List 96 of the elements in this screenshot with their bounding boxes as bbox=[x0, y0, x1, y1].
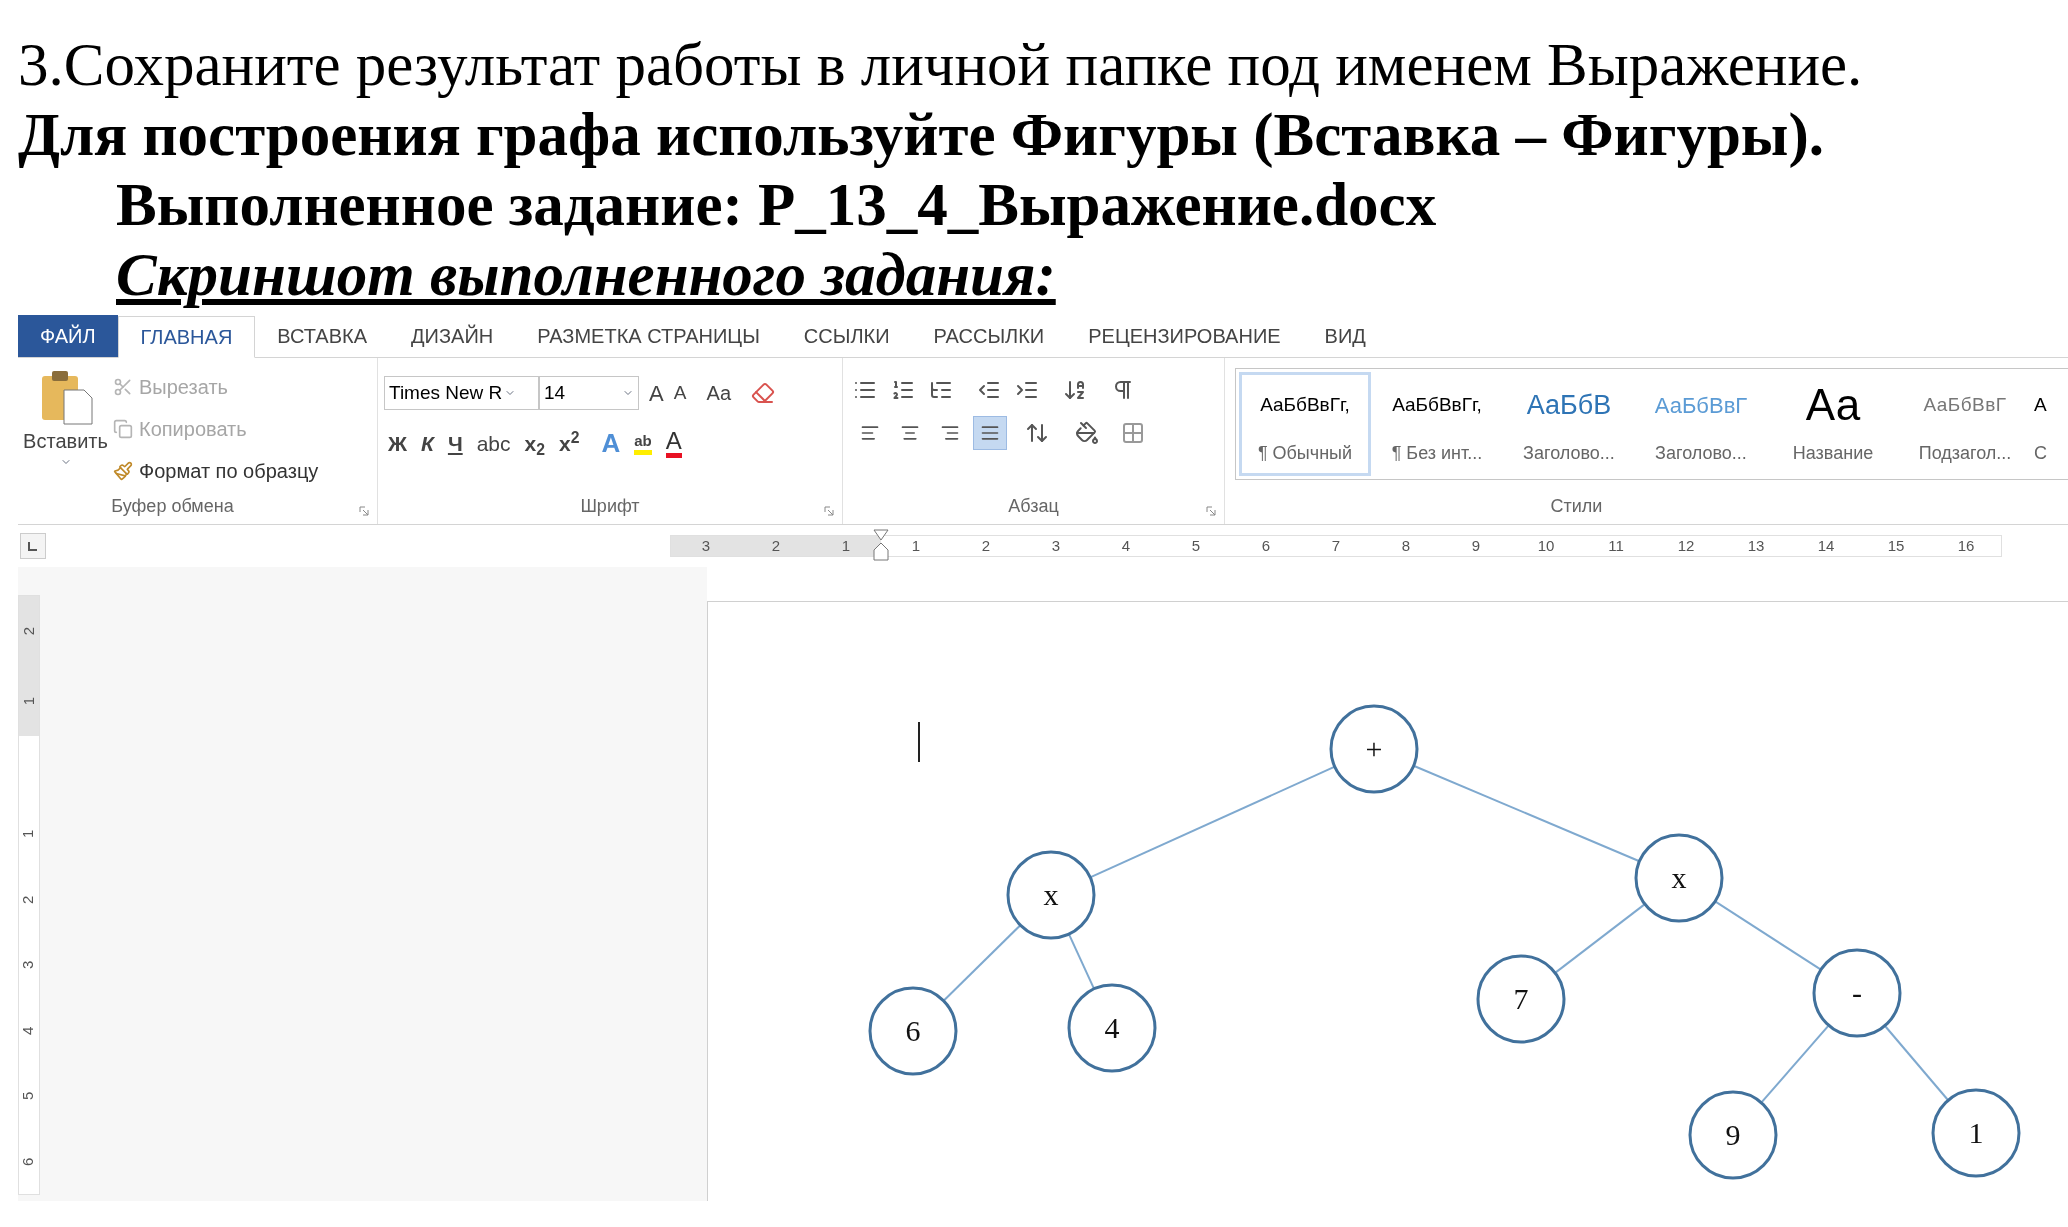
align-icon bbox=[860, 423, 880, 443]
tree-node: 6 bbox=[868, 986, 958, 1076]
group-label: Шрифт bbox=[580, 495, 640, 518]
ribbon-tab[interactable]: ДИЗАЙН bbox=[389, 315, 516, 357]
ruler-number: 4 bbox=[1120, 535, 1132, 556]
file-tab[interactable]: ФАЙЛ bbox=[18, 315, 118, 357]
format-button[interactable]: Ч bbox=[447, 427, 463, 460]
instruction-text: 3.Сохраните результат работы в личной папке под именем Выражение. bbox=[18, 31, 1863, 98]
borders-icon[interactable] bbox=[1121, 421, 1145, 445]
ruler-number: 15 bbox=[1886, 535, 1906, 556]
indent-marker-icon[interactable] bbox=[872, 529, 890, 563]
ruler-number: 5 bbox=[1190, 535, 1202, 556]
paintbrush-icon bbox=[113, 461, 133, 481]
ruler-number: 9 bbox=[1470, 535, 1482, 556]
clipboard-command[interactable]: Формат по образцу bbox=[113, 456, 319, 486]
ruler-number: 8 bbox=[1400, 535, 1412, 556]
ribbon-tab[interactable]: РАССЫЛКИ bbox=[911, 315, 1067, 357]
ruler-number: 12 bbox=[1676, 535, 1696, 556]
clear-formatting-icon[interactable] bbox=[751, 381, 776, 405]
shrink-font-button[interactable]: A bbox=[673, 378, 687, 408]
ruler-number: 1 bbox=[18, 696, 38, 706]
style-item[interactable]: А С bbox=[2031, 372, 2065, 476]
tree-node: 9 bbox=[1688, 1090, 1778, 1180]
ruler-number: 10 bbox=[1536, 535, 1556, 556]
tree-node: 1 bbox=[1931, 1088, 2021, 1178]
align-icon bbox=[980, 423, 1000, 443]
scissors-icon bbox=[113, 377, 133, 397]
line-spacing-icon[interactable] bbox=[1025, 421, 1049, 445]
ribbon-tab[interactable]: ВСТАВКА bbox=[255, 315, 390, 357]
font-name-field[interactable]: Times New R bbox=[384, 376, 539, 410]
group-label: Буфер обмена bbox=[111, 495, 234, 518]
font-color-button[interactable]: A bbox=[665, 429, 682, 458]
edge-line bbox=[1067, 933, 1096, 990]
format-button[interactable]: x$^{2}$ bbox=[559, 427, 580, 460]
ruler-number: 1 bbox=[910, 535, 922, 556]
style-item[interactable]: Аа Название bbox=[1767, 372, 1899, 476]
ruler-number: 2 bbox=[18, 626, 38, 636]
format-button[interactable]: Ж bbox=[388, 427, 407, 460]
dialog-launcher-icon[interactable] bbox=[1206, 506, 1216, 516]
grow-font-button[interactable]: A bbox=[649, 376, 664, 410]
group-label: Стили bbox=[1550, 495, 1603, 518]
ribbon-tab[interactable]: РЕЦЕНЗИРОВАНИЕ bbox=[1066, 315, 1303, 357]
ruler-number: 3 bbox=[1050, 535, 1062, 556]
format-button[interactable]: x$_{2}$ bbox=[524, 427, 545, 460]
ruler-number: 2 bbox=[980, 535, 992, 556]
tree-node: 7 bbox=[1476, 954, 1566, 1044]
align-button[interactable] bbox=[973, 416, 1007, 450]
style-item[interactable]: АаБбВвГг, ¶ Обычный bbox=[1239, 372, 1371, 476]
ruler-number: 4 bbox=[18, 1026, 38, 1035]
ruler-number: 5 bbox=[18, 1091, 38, 1100]
ruler-number: 2 bbox=[18, 895, 38, 904]
ruler-number: 14 bbox=[1816, 535, 1836, 556]
tree-node: - bbox=[1812, 948, 1902, 1038]
tree-node: x bbox=[1634, 833, 1724, 923]
tree-node: + bbox=[1329, 704, 1419, 794]
style-item[interactable]: АаБбВвГ Заголово... bbox=[1635, 372, 1767, 476]
sort-icon[interactable] bbox=[1063, 378, 1087, 402]
format-button[interactable]: abc bbox=[476, 427, 511, 460]
ruler-number: 3 bbox=[700, 535, 712, 556]
style-item[interactable]: АаБбВ Заголово... bbox=[1503, 372, 1635, 476]
dialog-launcher-icon[interactable] bbox=[359, 506, 369, 516]
ribbon-tab[interactable]: ССЫЛКИ bbox=[781, 315, 912, 357]
ribbon-tab[interactable]: ГЛАВНАЯ bbox=[117, 316, 256, 358]
text-cursor bbox=[918, 721, 920, 763]
group-label: Абзац bbox=[1008, 495, 1059, 518]
style-item[interactable]: АаБбВвГг, ¶ Без инт... bbox=[1371, 372, 1503, 476]
shading-icon[interactable] bbox=[1075, 421, 1099, 445]
change-case-button[interactable]: Аа bbox=[706, 378, 732, 408]
format-button[interactable]: К bbox=[421, 427, 434, 460]
tree-node: x bbox=[1006, 850, 1096, 940]
ruler-number: 11 bbox=[1607, 535, 1625, 556]
align-icon bbox=[940, 423, 960, 443]
ribbon-tab[interactable]: ВИД bbox=[1302, 315, 1388, 357]
ruler-number: 16 bbox=[1956, 535, 1976, 556]
ruler-number: 13 bbox=[1746, 535, 1766, 556]
ruler-number: 1 bbox=[18, 829, 38, 839]
numbered-list-icon[interactable] bbox=[891, 378, 915, 402]
ruler-number: 3 bbox=[18, 960, 38, 970]
ruler-number: 1 bbox=[840, 535, 852, 556]
ribbon-tab[interactable]: РАЗМЕТКА СТРАНИЦЫ bbox=[515, 315, 782, 357]
instruction-text: Скриншот выполненного задания: bbox=[116, 241, 1056, 308]
ruler-number: 7 bbox=[1330, 535, 1342, 556]
align-icon bbox=[900, 423, 920, 443]
instruction-text: Для построения графа используйте Фигуры (Вставка – Фигуры). bbox=[18, 101, 1825, 168]
tree-node: 4 bbox=[1067, 983, 1157, 1073]
tab-selector-icon[interactable] bbox=[20, 533, 46, 559]
style-item[interactable]: АаБбВвГ Подзагол... bbox=[1899, 372, 2031, 476]
highlight-button[interactable]: ab bbox=[634, 432, 652, 455]
font-size-field[interactable]: 14 bbox=[539, 376, 639, 410]
ruler-number: 6 bbox=[18, 1157, 38, 1166]
ruler-number: 6 bbox=[1260, 535, 1272, 556]
instruction-text: Выполненное задание: P_13_4_Выражение.docx bbox=[116, 171, 1437, 238]
copy-icon bbox=[113, 419, 133, 439]
paste-button[interactable]: Вставить bbox=[18, 368, 113, 493]
ruler-number: 2 bbox=[770, 535, 782, 556]
dialog-launcher-icon[interactable] bbox=[824, 506, 834, 516]
